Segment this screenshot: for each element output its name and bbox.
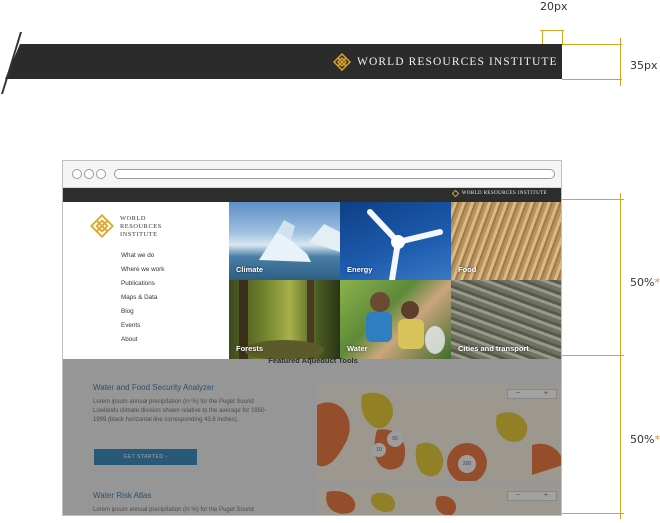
tile-food[interactable]: Food: [451, 202, 561, 280]
map-preview[interactable]: 50 10 200 − +: [317, 385, 561, 481]
tool-title[interactable]: Water Risk Atlas: [93, 491, 269, 500]
tile-climate[interactable]: Climate: [229, 202, 340, 280]
tile-label: Food: [458, 265, 477, 274]
top-strip-brand-text: WORLD RESOURCES INSTITUTE: [461, 191, 547, 196]
main-nav: What we do Where we work Publications Ma…: [121, 252, 164, 350]
window-dot-icon: [72, 169, 82, 179]
dim-line: [562, 355, 624, 356]
dim-line: [562, 44, 622, 45]
tile-label: Energy: [347, 265, 373, 274]
tile-label: Forests: [236, 344, 264, 353]
nav-item-publications[interactable]: Publications: [121, 280, 164, 294]
tool-card-atlas: Water Risk Atlas Lorem ipsum annual prec…: [93, 491, 269, 515]
spacing-label: 20px: [540, 0, 568, 13]
hero-section: WORLD RESOURCES INSTITUTE What we do Whe…: [63, 202, 561, 359]
tile-forests[interactable]: Forests: [229, 280, 340, 359]
map-preview[interactable]: − +: [317, 487, 561, 515]
risk-map-image: [317, 392, 561, 481]
button-label: GET STARTED: [123, 454, 164, 460]
tool-card-analyzer: Water and Food Security Analyzer Lorem i…: [93, 383, 269, 425]
tool-description: Lorem ipsum annual precipitation (in %) …: [93, 507, 254, 513]
site-logo[interactable]: WORLD RESOURCES INSTITUTE: [90, 214, 162, 239]
site-top-strip: WORLD RESOURCES INSTITUTE: [63, 188, 561, 202]
dim-line: [562, 199, 624, 200]
nav-item-where-we-work[interactable]: Where we work: [121, 266, 164, 280]
featured-heading: Featured Aqueduct Tools: [268, 356, 358, 365]
logo-line: INSTITUTE: [120, 231, 158, 238]
browser-window: WORLD RESOURCES INSTITUTE WORLD RESOURCE…: [62, 160, 562, 516]
dim-line: [540, 30, 564, 31]
nav-item-maps-data[interactable]: Maps & Data: [121, 294, 164, 308]
dim-tick: [542, 30, 543, 44]
map-zoom-control: − +: [507, 491, 557, 501]
section-bottom-label: 50%*: [630, 433, 660, 446]
tile-water[interactable]: Water: [340, 280, 451, 359]
logo-line: WORLD: [120, 215, 147, 222]
map-marker[interactable]: 10: [372, 443, 386, 457]
wri-logo-icon: [333, 53, 351, 71]
browser-chrome: [63, 161, 561, 188]
window-dot-icon: [96, 169, 106, 179]
map-marker[interactable]: 200: [458, 455, 476, 473]
brand-name: WORLD RESOURCES INSTITUTE: [357, 56, 558, 68]
wri-logo-icon: [451, 190, 459, 197]
window-dot-icon: [84, 169, 94, 179]
tile-cities-transport[interactable]: Cities and transport: [451, 280, 561, 359]
nav-item-events[interactable]: Events: [121, 322, 164, 336]
dim-line: [620, 38, 621, 86]
map-marker[interactable]: 50: [387, 431, 403, 447]
wri-logo-icon: [90, 214, 114, 238]
dim-tick: [562, 30, 563, 44]
tool-title[interactable]: Water and Food Security Analyzer: [93, 383, 269, 392]
dim-line: [562, 79, 622, 80]
tile-label: Cities and transport: [458, 344, 529, 353]
tile-energy[interactable]: Energy: [340, 202, 451, 280]
get-started-button[interactable]: GET STARTED ›: [94, 449, 197, 465]
nav-panel: WORLD RESOURCES INSTITUTE What we do Whe…: [63, 202, 229, 359]
zoom-in-button[interactable]: +: [544, 492, 548, 500]
topic-tiles: Climate Energy Food Forests Water Cities…: [229, 202, 561, 359]
tile-label: Water: [347, 344, 368, 353]
logo-text: WORLD RESOURCES INSTITUTE: [120, 215, 162, 239]
nav-item-about[interactable]: About: [121, 336, 164, 350]
featured-tools-section: Featured Aqueduct Tools Water and Food S…: [63, 356, 561, 515]
logo-line: RESOURCES: [120, 223, 162, 230]
dim-line: [562, 513, 624, 514]
nav-item-what-we-do[interactable]: What we do: [121, 252, 164, 266]
zoom-out-button[interactable]: −: [516, 390, 520, 398]
dim-line: [620, 193, 621, 519]
zoom-in-button[interactable]: +: [544, 390, 548, 398]
brand-logo: WORLD RESOURCES INSTITUTE: [333, 53, 558, 71]
top-strip-brand: WORLD RESOURCES INSTITUTE: [451, 190, 547, 197]
height-label: 35px: [630, 59, 658, 72]
nav-item-blog[interactable]: Blog: [121, 308, 164, 322]
tile-label: Climate: [236, 265, 264, 274]
section-top-label: 50%*: [630, 276, 660, 289]
chevron-right-icon: ›: [165, 454, 168, 460]
tool-description: Lorem ipsum annual precipitation (in %) …: [93, 399, 267, 423]
address-bar[interactable]: [114, 169, 555, 179]
map-zoom-control: − +: [507, 389, 557, 399]
zoom-out-button[interactable]: −: [516, 492, 520, 500]
